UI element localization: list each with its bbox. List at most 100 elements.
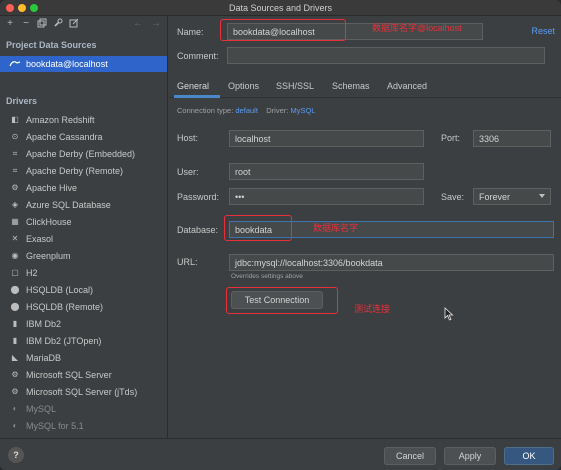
driver-item[interactable]: ⚙ Apache Hive bbox=[0, 180, 167, 197]
derby-icon: ⌗ bbox=[12, 149, 18, 158]
driver-label: MySQL for 5.1 bbox=[26, 421, 84, 431]
driver-label: IBM Db2 (JTOpen) bbox=[26, 336, 102, 346]
mysql-datasource-icon bbox=[9, 59, 21, 69]
database-highlight-box bbox=[224, 215, 292, 241]
apply-button[interactable]: Apply bbox=[444, 447, 496, 465]
driver-label: Apache Derby (Remote) bbox=[26, 166, 124, 176]
derby-icon: ⌗ bbox=[12, 166, 18, 175]
left-panel: + − ← → Project Data Sources bookdata@lo… bbox=[0, 16, 168, 438]
dialog-footer: ? Cancel Apply OK bbox=[0, 438, 561, 470]
driver-item[interactable]: ▢ H2 bbox=[0, 265, 167, 282]
right-panel: Name: bookdata@localhost Reset Comment: … bbox=[169, 16, 561, 438]
driver-item[interactable]: ⬤ HSQLDB (Remote) bbox=[0, 299, 167, 316]
driver-item[interactable]: ◣ MariaDB bbox=[0, 350, 167, 367]
driver-item[interactable]: ⊙ Apache Cassandra bbox=[0, 129, 167, 146]
driver-item[interactable]: ◉ Greenplum bbox=[0, 248, 167, 265]
hsqldb-icon: ⬤ bbox=[10, 285, 20, 294]
driver-label: Apache Hive bbox=[26, 183, 78, 193]
driver-item[interactable]: ⬤ HSQLDB (Local) bbox=[0, 282, 167, 299]
port-field[interactable]: 3306 bbox=[473, 130, 551, 147]
driver-label: ClickHouse bbox=[26, 217, 72, 227]
driver-item[interactable]: ◈ Azure SQL Database bbox=[0, 197, 167, 214]
project-data-sources-heading: Project Data Sources bbox=[6, 40, 97, 50]
connection-type-link[interactable]: default bbox=[235, 106, 258, 115]
edit-icon[interactable] bbox=[68, 18, 80, 30]
driver-label: Exasol bbox=[26, 234, 54, 244]
driver-label: HSQLDB (Local) bbox=[26, 285, 94, 295]
tab-schemas[interactable]: Schemas bbox=[332, 81, 370, 91]
user-label: User: bbox=[177, 167, 199, 177]
name-label: Name: bbox=[177, 27, 204, 37]
database-label: Database: bbox=[177, 225, 219, 235]
driver-item[interactable]: ◐ MySQL for 5.1 bbox=[0, 418, 167, 435]
driver-label: MySQL bbox=[26, 404, 57, 414]
connection-info: Connection type: default Driver: MySQL bbox=[177, 106, 315, 115]
port-label: Port: bbox=[441, 133, 461, 143]
driver-label: IBM Db2 bbox=[26, 319, 62, 329]
ok-button[interactable]: OK bbox=[504, 447, 554, 465]
add-icon[interactable]: + bbox=[4, 18, 16, 30]
driver-link[interactable]: MySQL bbox=[290, 106, 315, 115]
sqlserver-icon: ⚙ bbox=[11, 370, 19, 379]
driver-item[interactable]: ⚙ Microsoft SQL Server bbox=[0, 367, 167, 384]
window-title: Data Sources and Drivers bbox=[228, 3, 333, 13]
remove-icon[interactable]: − bbox=[20, 18, 32, 30]
wrench-icon[interactable] bbox=[52, 18, 64, 30]
name-highlight-box bbox=[220, 19, 346, 41]
driver-item[interactable]: ⌗ Apache Derby (Remote) bbox=[0, 163, 167, 180]
host-label: Host: bbox=[177, 133, 199, 143]
left-toolbar: + − ← → bbox=[0, 16, 167, 34]
driver-item[interactable]: ◧ Amazon Redshift bbox=[0, 112, 167, 129]
connection-type-label: Connection type: bbox=[177, 106, 234, 115]
tab-advanced[interactable]: Advanced bbox=[387, 81, 427, 91]
redshift-icon: ◧ bbox=[11, 115, 19, 124]
driver-item[interactable]: ◐ MySQL bbox=[0, 401, 167, 418]
driver-item[interactable]: ▦ ClickHouse bbox=[0, 214, 167, 231]
save-select-value: Forever bbox=[479, 192, 511, 202]
tab-options[interactable]: Options bbox=[228, 81, 259, 91]
mouse-cursor-icon bbox=[444, 307, 454, 323]
save-select[interactable]: Forever bbox=[473, 188, 551, 205]
driver-item[interactable]: ✕ Exasol bbox=[0, 231, 167, 248]
driver-label: Apache Cassandra bbox=[26, 132, 103, 142]
help-button[interactable]: ? bbox=[8, 447, 24, 463]
comment-label: Comment: bbox=[177, 51, 219, 61]
sqlserver-icon: ⚙ bbox=[11, 387, 19, 396]
test-connection-annotation: 测试连接 bbox=[354, 304, 391, 314]
mysql-icon: ◐ bbox=[12, 421, 18, 430]
password-field[interactable]: ••• bbox=[229, 188, 424, 205]
driver-label: Amazon Redshift bbox=[26, 115, 95, 125]
url-field[interactable]: jdbc:mysql://localhost:3306/bookdata bbox=[229, 254, 554, 271]
duplicate-icon[interactable] bbox=[36, 18, 48, 30]
url-label: URL: bbox=[177, 257, 198, 267]
password-label: Password: bbox=[177, 192, 220, 202]
data-source-item[interactable]: bookdata@localhost bbox=[0, 56, 167, 72]
back-icon[interactable]: ← bbox=[132, 18, 144, 30]
forward-icon[interactable]: → bbox=[150, 18, 162, 30]
mariadb-icon: ◣ bbox=[11, 353, 19, 362]
driver-item[interactable]: ⚙ Microsoft SQL Server (jTds) bbox=[0, 384, 167, 401]
driver-item[interactable]: ▮ IBM Db2 (JTOpen) bbox=[0, 333, 167, 350]
user-field[interactable]: root bbox=[229, 163, 424, 180]
cancel-button[interactable]: Cancel bbox=[384, 447, 436, 465]
tab-ssh-ssl[interactable]: SSH/SSL bbox=[276, 81, 314, 91]
driver-item[interactable]: ▮ IBM Db2 bbox=[0, 316, 167, 333]
title-bar: Data Sources and Drivers bbox=[0, 0, 561, 16]
test-connection-highlight-box bbox=[226, 287, 338, 314]
db2-icon: ▮ bbox=[12, 336, 18, 345]
clickhouse-icon: ▦ bbox=[11, 217, 19, 226]
driver-item[interactable]: ⌗ Apache Derby (Embedded) bbox=[0, 146, 167, 163]
h2-icon: ▢ bbox=[11, 268, 19, 277]
reset-link[interactable]: Reset bbox=[531, 26, 555, 36]
driver-label: H2 bbox=[26, 268, 38, 278]
hive-icon: ⚙ bbox=[11, 183, 19, 192]
driver-label: MariaDB bbox=[26, 353, 62, 363]
host-field[interactable]: localhost bbox=[229, 130, 424, 147]
driver-label: Driver: bbox=[266, 106, 289, 115]
save-label: Save: bbox=[441, 192, 465, 202]
database-annotation: 数据库名字 bbox=[313, 223, 359, 233]
url-hint: Overrides settings above bbox=[231, 273, 303, 280]
exasol-icon: ✕ bbox=[11, 234, 19, 243]
comment-field[interactable] bbox=[227, 47, 545, 64]
tab-general[interactable]: General bbox=[177, 81, 209, 91]
